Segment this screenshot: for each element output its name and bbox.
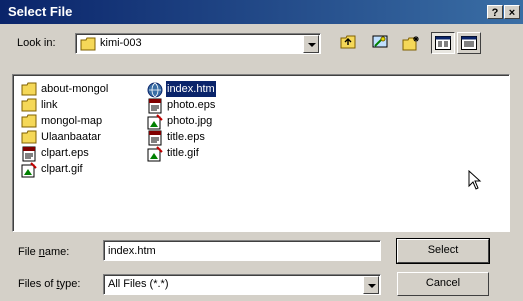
mouse-cursor-icon xyxy=(468,169,482,193)
eps-file-icon xyxy=(147,130,163,146)
folder-icon xyxy=(80,37,96,54)
file-type-combo[interactable]: All Files (*.*) xyxy=(103,274,381,295)
new-folder-button[interactable] xyxy=(399,32,423,54)
gif-file-icon xyxy=(147,146,163,162)
list-item-label: photo.eps xyxy=(167,99,216,111)
list-item-label: link xyxy=(41,99,58,111)
folder-icon xyxy=(21,130,37,144)
file-type-label-post: ype: xyxy=(59,278,81,290)
up-folder-icon xyxy=(340,35,356,52)
folder-icon xyxy=(21,114,37,128)
look-in-label: Look in: xyxy=(17,37,56,49)
list-item-label: title.gif xyxy=(167,147,199,159)
file-name-input[interactable]: index.htm xyxy=(103,240,381,261)
chevron-down-icon[interactable] xyxy=(303,35,319,53)
folder-icon xyxy=(21,98,37,112)
details-view-icon xyxy=(461,36,477,53)
gif-file-icon xyxy=(147,114,163,130)
help-button[interactable]: ? xyxy=(487,5,503,19)
file-name-value: index.htm xyxy=(108,245,156,257)
file-type-label: Files of type: xyxy=(18,278,80,290)
look-in-combo[interactable]: kimi-003 xyxy=(75,33,321,54)
html-file-icon xyxy=(147,82,163,98)
close-button[interactable]: × xyxy=(504,5,520,19)
list-item-label: clpart.gif xyxy=(41,163,83,175)
list-item-label: photo.jpg xyxy=(167,115,213,127)
list-item-label: Ulaanbaatar xyxy=(41,131,101,143)
select-button[interactable]: Select xyxy=(396,238,490,264)
desktop-button[interactable] xyxy=(369,32,393,54)
cancel-button[interactable]: Cancel xyxy=(397,272,489,296)
new-folder-icon xyxy=(402,35,420,54)
list-item-label: index.htm xyxy=(165,80,217,98)
details-view-button[interactable] xyxy=(457,32,481,54)
eps-file-icon xyxy=(147,98,163,114)
folder-icon xyxy=(21,82,37,96)
file-name-label-pre: File xyxy=(18,246,39,258)
eps-file-icon xyxy=(21,146,37,162)
list-item-label: about-mongol xyxy=(41,83,109,95)
file-list[interactable]: about-mongol link mongol-map Ulaanbaatar… xyxy=(12,74,510,232)
file-type-value: All Files (*.*) xyxy=(108,278,169,290)
file-name-label: File name: xyxy=(18,246,69,258)
window-title: Select File xyxy=(8,4,73,19)
up-one-level-button[interactable] xyxy=(337,32,361,54)
list-view-icon xyxy=(435,36,451,53)
file-name-label-post: ame: xyxy=(44,246,70,258)
chevron-down-icon[interactable] xyxy=(363,276,379,294)
gif-file-icon xyxy=(21,162,37,178)
list-view-button[interactable] xyxy=(431,32,455,54)
title-bar: Select File ? × xyxy=(0,0,523,24)
list-item-label: clpart.eps xyxy=(41,147,89,159)
desktop-icon xyxy=(372,34,388,53)
list-item-label: mongol-map xyxy=(41,115,103,127)
look-in-value: kimi-003 xyxy=(100,37,142,49)
list-item-label: title.eps xyxy=(167,131,205,143)
file-type-label-pre: Files of xyxy=(18,278,57,290)
